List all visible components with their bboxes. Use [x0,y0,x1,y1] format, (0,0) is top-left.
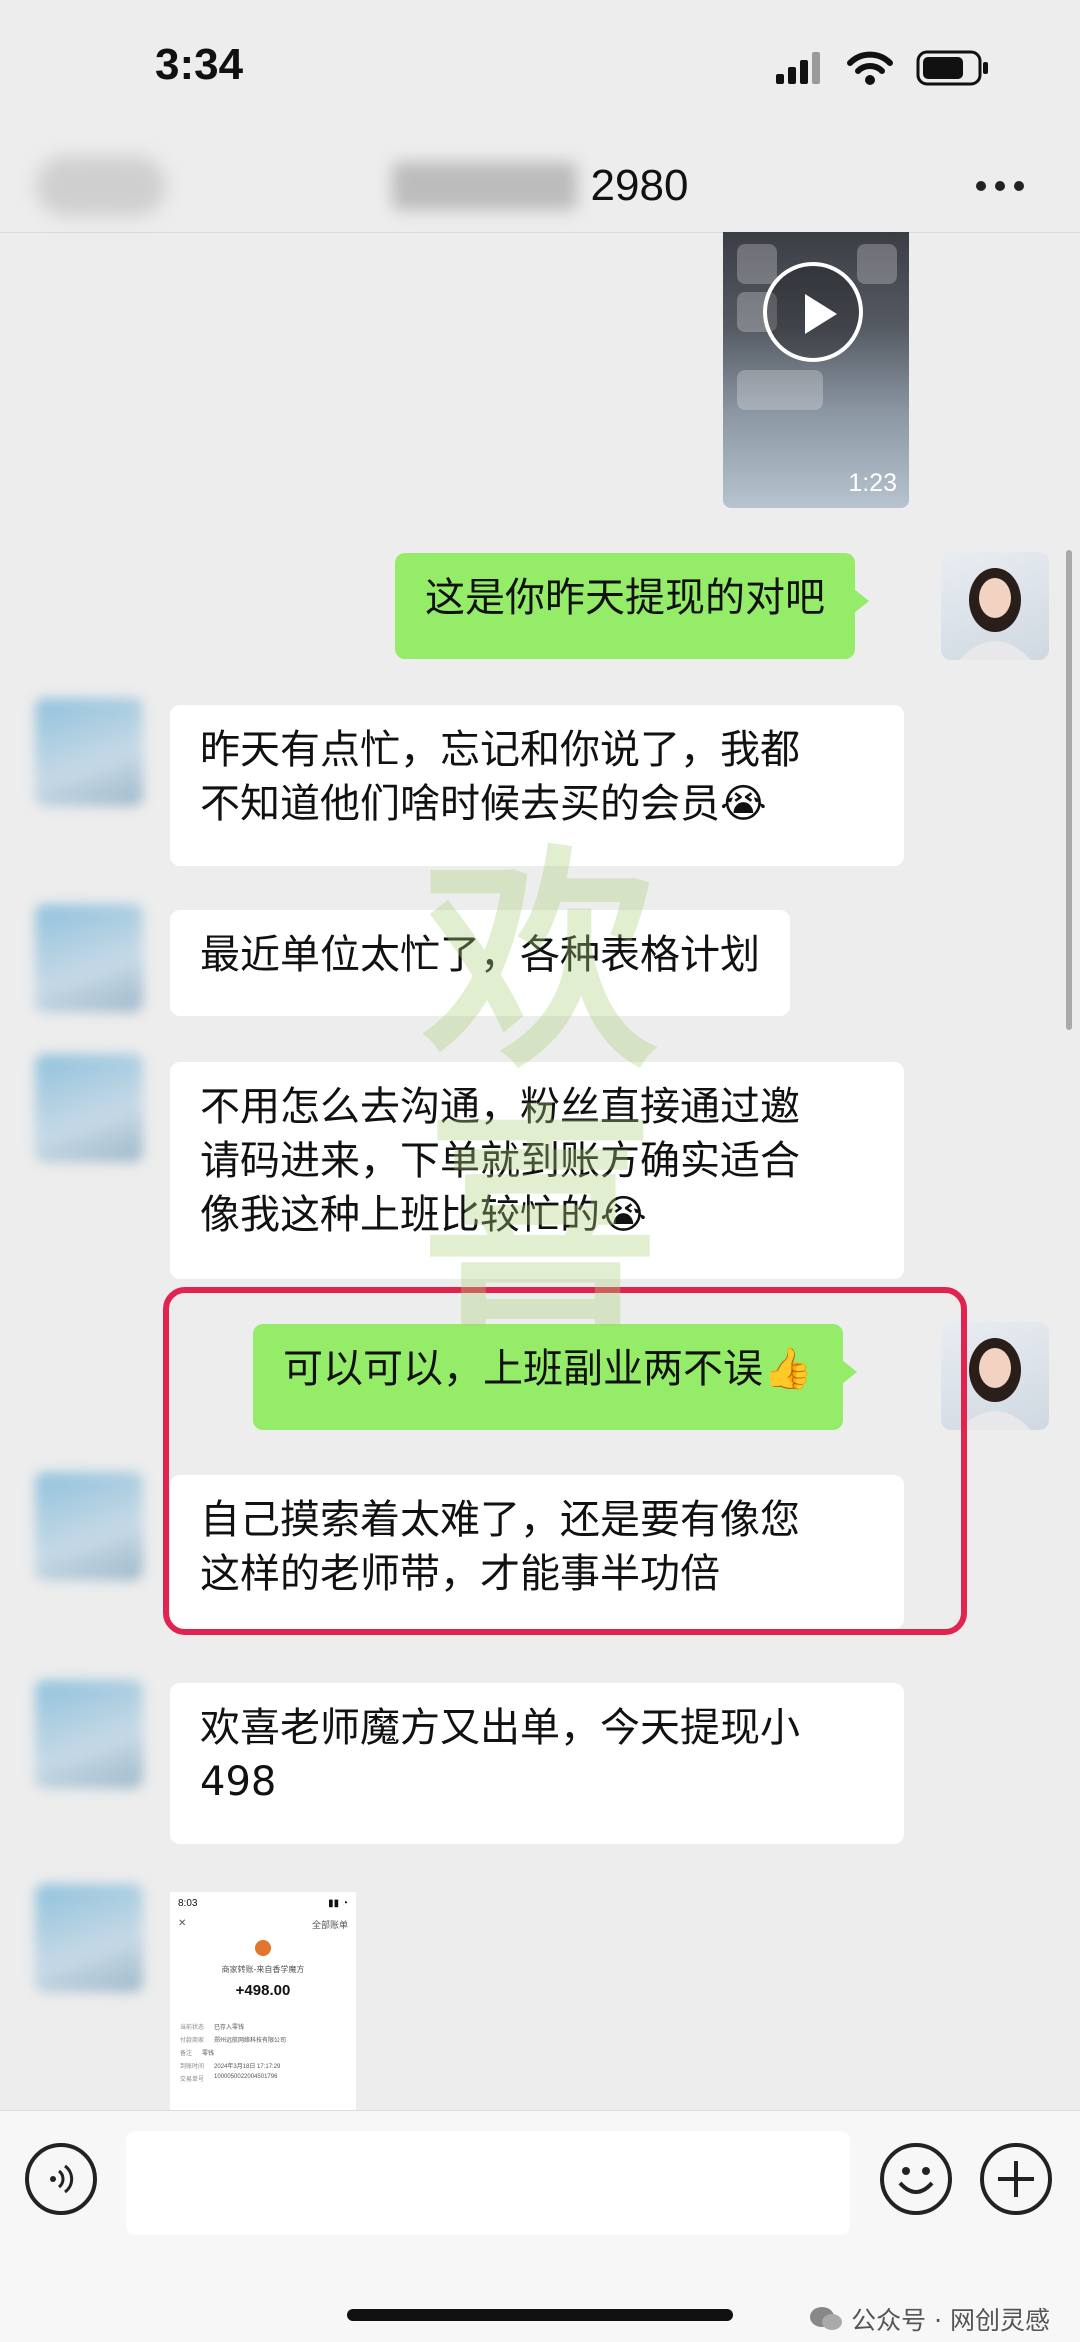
blurred-contact-name [391,162,577,210]
contact-avatar[interactable] [35,1054,143,1162]
receipt-row: 交易单号 1000050022004501796 [180,2074,278,2083]
wechat-logo-icon [810,2307,843,2330]
video-message[interactable]: 1:23 [723,232,909,508]
contact-avatar[interactable] [35,698,143,806]
cellular-signal-icon [776,52,820,84]
emoji-icon[interactable] [880,2143,952,2215]
more-options-icon[interactable] [970,166,1030,206]
receipt-all-bills: 全部账单 [311,1920,348,1930]
video-duration: 1:23 [848,469,897,497]
video-frame-tile [737,244,777,284]
add-attachment-icon[interactable] [980,2143,1052,2215]
status-bar: 3:34 [0,0,1080,140]
status-time: 3:34 [155,40,244,89]
watermark-text: 欢喜 [422,824,658,1360]
chat-title: 2980 [0,140,1080,232]
battery-icon [916,50,988,86]
message-bubble-out[interactable]: 这是你昨天提现的对吧 [395,553,869,659]
receipt-row: 付款商家 郑州远航网络科技有限公司 [180,2038,287,2044]
play-icon[interactable] [763,262,863,362]
chat-message-list[interactable]: 1:23 这是你昨天提现的对吧 昨天有点忙，忘记和你说了，我都 不知道他们啥时候… [0,232,1080,2110]
my-avatar[interactable] [941,552,1049,660]
input-bar: 公众号 · 网创灵感 [0,2110,1080,2342]
video-frame-tile [737,370,823,410]
receipt-row: 到账时间 2024年3月18日 17:17:29 [180,2064,281,2070]
footer-watermark: 公众号 · 网创灵感 [809,2301,1050,2337]
voice-input-icon[interactable] [25,2143,97,2215]
status-icons [776,50,990,86]
receipt-status-icons: ▮▮ ◔ [328,1898,348,1909]
person-portrait-icon [959,568,1031,660]
receipt-amount: +498.00 [235,1982,291,1999]
merchant-logo-icon [255,1940,271,1956]
wifi-icon [847,51,893,85]
scrollbar[interactable] [1066,550,1072,1030]
footer-watermark-text: 公众号 · 网创灵感 [851,2306,1050,2335]
chat-title-suffix: 2980 [590,161,689,210]
receipt-source: 商家转账-来自香学魔方 [221,1965,305,1974]
video-frame-tile [857,244,897,284]
close-icon: ✕ [178,1918,187,1929]
receipt-row: 备注 零钱 [180,2051,215,2057]
receipt-row: 当前状态 已存入零钱 [180,2025,245,2031]
home-indicator[interactable] [347,2309,733,2321]
receipt-time: 8:03 [178,1898,198,1909]
contact-avatar[interactable] [35,1680,143,1788]
chat-header: 2980 [0,140,1080,233]
image-message-payment-receipt[interactable]: 8:03 ▮▮ ◔ ✕ 全部账单 商家转账-来自香学魔方 +498.00 当前状… [170,1892,356,2110]
message-bubble-in[interactable]: 欢喜老师魔方又出单，今天提现小 498 [170,1683,904,1844]
contact-avatar[interactable] [35,1884,143,1992]
message-input[interactable] [126,2131,850,2235]
contact-avatar[interactable] [35,904,143,1012]
contact-avatar[interactable] [35,1472,143,1580]
